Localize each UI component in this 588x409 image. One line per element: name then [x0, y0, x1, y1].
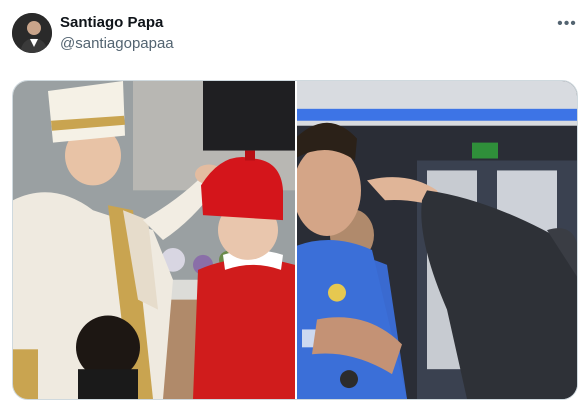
tweet-media: [12, 80, 578, 400]
profile-photo-icon: [12, 13, 52, 53]
author-handle[interactable]: @santiagopapaa: [60, 35, 174, 53]
photo-player-blessing: [297, 81, 577, 399]
more-horizontal-icon: •••: [557, 15, 577, 32]
photo-pope-cardinal: [13, 81, 295, 399]
tweet: Santiago Papa @santiagopapaa •••: [0, 0, 588, 409]
author-name[interactable]: Santiago Papa: [60, 14, 163, 32]
photo-left[interactable]: [13, 81, 295, 399]
photo-right[interactable]: [297, 81, 577, 399]
more-button[interactable]: •••: [556, 14, 578, 34]
avatar[interactable]: [12, 13, 52, 53]
